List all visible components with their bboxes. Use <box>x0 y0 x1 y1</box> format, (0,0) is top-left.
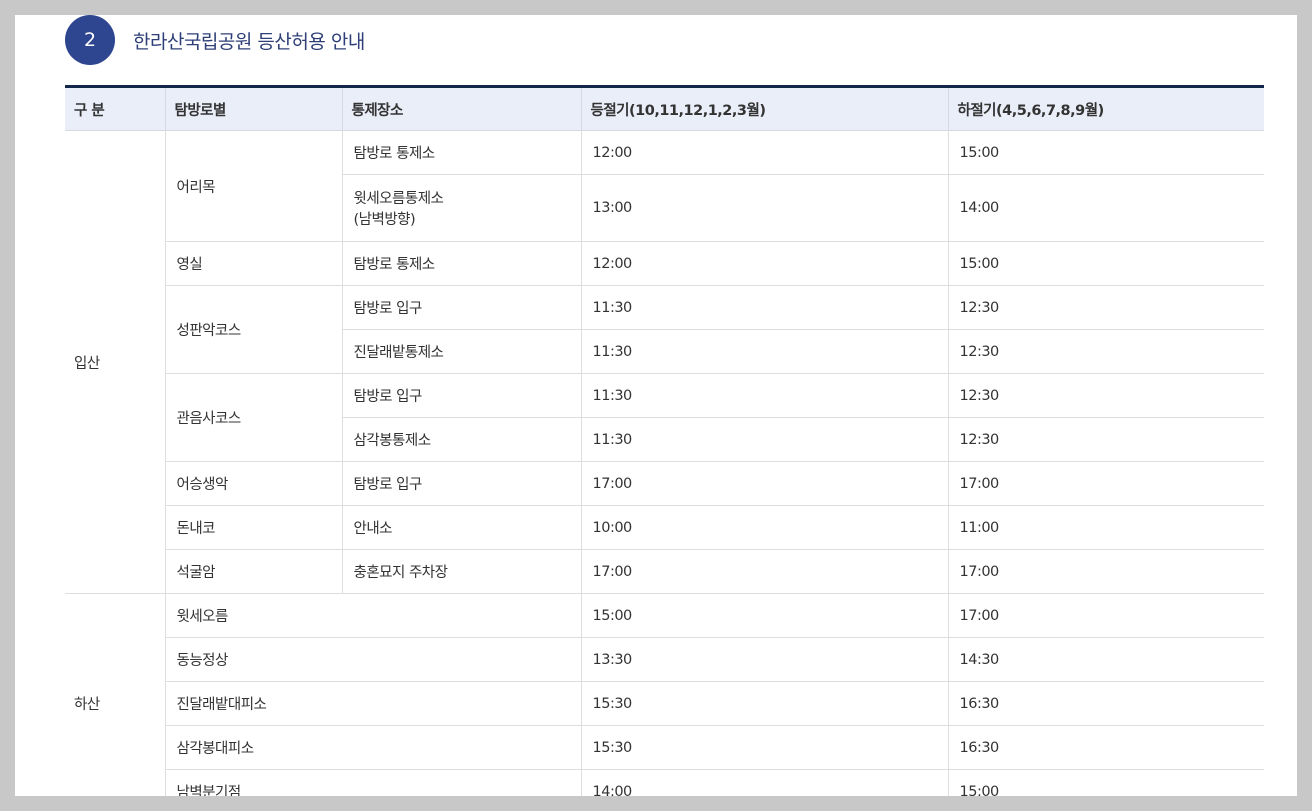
place-cell: 진달래밭통제소 <box>341 329 581 374</box>
summer-time-cell: 12:30 <box>947 417 1264 462</box>
summer-time-cell: 16:30 <box>947 681 1264 726</box>
section-title: 한라산국립공원 등산허용 안내 <box>133 30 365 53</box>
summer-time-cell: 12:30 <box>947 373 1264 418</box>
place-cell: 탐방로 입구 <box>341 461 581 506</box>
summer-time-cell: 17:00 <box>947 593 1264 638</box>
summer-time-cell: 17:00 <box>947 461 1264 506</box>
table-header-row: 구 분 탐방로별 통제장소 등절기(10,11,12,1,2,3월) 하절기(4… <box>65 86 1264 131</box>
place-cell: 안내소 <box>341 505 581 550</box>
summer-time-cell: 12:30 <box>947 329 1264 374</box>
place-cell: 윗세오름통제소 (남벽방향) <box>341 174 581 242</box>
trail-cell: 석굴암 <box>164 549 342 594</box>
place-cell: 탐방로 통제소 <box>341 241 581 286</box>
table-row: 어승생악 탐방로 입구 17:00 17:00 <box>65 461 1264 506</box>
summer-time-cell: 15:00 <box>947 769 1264 796</box>
header-category: 구 분 <box>65 86 165 131</box>
winter-time-cell: 15:00 <box>580 593 948 638</box>
winter-time-cell: 11:30 <box>580 329 948 374</box>
summer-time-cell: 11:00 <box>947 505 1264 550</box>
winter-time-cell: 12:00 <box>580 130 948 175</box>
winter-time-cell: 11:30 <box>580 373 948 418</box>
winter-time-cell: 15:30 <box>580 725 948 770</box>
winter-time-cell: 17:00 <box>580 549 948 594</box>
trail-cell: 동능정상 <box>164 637 581 682</box>
trail-cell: 진달래밭대피소 <box>164 681 581 726</box>
table-row: 삼각봉대피소 15:30 16:30 <box>65 725 1264 770</box>
section-heading: 2 한라산국립공원 등산허용 안내 <box>65 15 365 65</box>
trail-cell: 윗세오름 <box>164 593 581 638</box>
winter-time-cell: 17:00 <box>580 461 948 506</box>
winter-time-cell: 13:30 <box>580 637 948 682</box>
trail-cell: 영실 <box>164 241 342 286</box>
header-winter-period: 등절기(10,11,12,1,2,3월) <box>580 86 948 131</box>
hiking-schedule-table: 구 분 탐방로별 통제장소 등절기(10,11,12,1,2,3월) 하절기(4… <box>65 85 1264 796</box>
content-panel: 2 한라산국립공원 등산허용 안내 구 분 탐방로별 통제장소 등절기(10,1… <box>15 15 1297 796</box>
place-cell: 탐방로 입구 <box>341 285 581 330</box>
trail-cell: 성판악코스 <box>164 285 342 374</box>
trail-cell: 삼각봉대피소 <box>164 725 581 770</box>
winter-time-cell: 12:00 <box>580 241 948 286</box>
summer-time-cell: 15:00 <box>947 241 1264 286</box>
table-row: 석굴암 충혼묘지 주차장 17:00 17:00 <box>65 549 1264 594</box>
table-row: 하산 윗세오름 15:00 17:00 <box>65 593 1264 796</box>
trail-cell: 돈내코 <box>164 505 342 550</box>
winter-time-cell: 11:30 <box>580 417 948 462</box>
table-row: 입산 어리목 탐방로 통제소 12:00 15:00 <box>65 130 1264 594</box>
place-cell: 탐방로 입구 <box>341 373 581 418</box>
winter-time-cell: 11:30 <box>580 285 948 330</box>
trail-cell: 관음사코스 <box>164 373 342 462</box>
trail-cell: 어승생악 <box>164 461 342 506</box>
section-number-badge: 2 <box>65 15 115 65</box>
place-cell: 충혼묘지 주차장 <box>341 549 581 594</box>
header-summer-period: 하절기(4,5,6,7,8,9월) <box>947 86 1264 131</box>
group-ascent: 입산 <box>65 130 165 594</box>
table-row: 관음사코스 탐방로 입구 11:30 12:30 <box>65 373 1264 462</box>
header-control-place: 통제장소 <box>341 86 581 131</box>
table-row: 남벽분기점 14:00 15:00 <box>65 769 1264 796</box>
summer-time-cell: 15:00 <box>947 130 1264 175</box>
table-row: 돈내코 안내소 10:00 11:00 <box>65 505 1264 550</box>
place-line-2: (남벽방향) <box>353 212 416 228</box>
place-cell: 탐방로 통제소 <box>341 130 581 175</box>
trail-cell: 어리목 <box>164 130 342 242</box>
summer-time-cell: 14:00 <box>947 174 1264 242</box>
winter-time-cell: 13:00 <box>580 174 948 242</box>
table-row: 진달래밭대피소 15:30 16:30 <box>65 681 1264 726</box>
table-row: 성판악코스 탐방로 입구 11:30 12:30 <box>65 285 1264 374</box>
summer-time-cell: 16:30 <box>947 725 1264 770</box>
trail-cell: 남벽분기점 <box>164 769 581 796</box>
winter-time-cell: 14:00 <box>580 769 948 796</box>
summer-time-cell: 12:30 <box>947 285 1264 330</box>
group-descent: 하산 <box>65 593 165 796</box>
summer-time-cell: 17:00 <box>947 549 1264 594</box>
header-trail: 탐방로별 <box>164 86 342 131</box>
table-row: 영실 탐방로 통제소 12:00 15:00 <box>65 241 1264 286</box>
winter-time-cell: 15:30 <box>580 681 948 726</box>
summer-time-cell: 14:30 <box>947 637 1264 682</box>
place-cell: 삼각봉통제소 <box>341 417 581 462</box>
winter-time-cell: 10:00 <box>580 505 948 550</box>
place-line-1: 윗세오름통제소 <box>353 191 444 207</box>
table-row: 동능정상 13:30 14:30 <box>65 637 1264 682</box>
